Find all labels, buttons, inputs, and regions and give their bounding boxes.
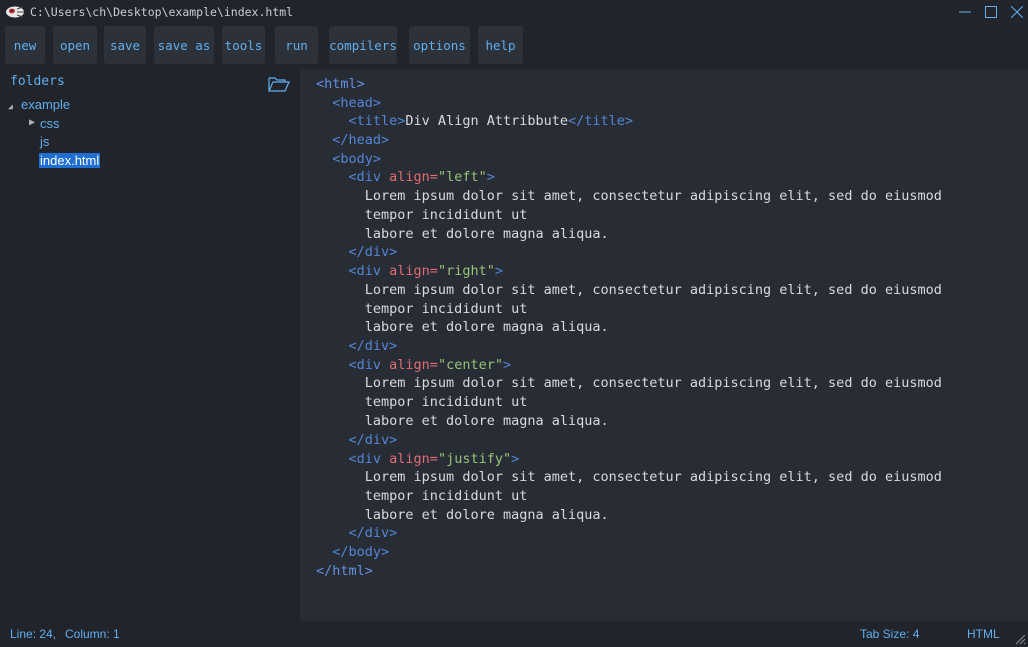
folders-sidebar: folders ◢ example ▶ css js index.html [0, 69, 300, 621]
menu-bar: new open save save as tools run compiler… [0, 24, 1028, 69]
code-line: Lorem ipsum dolor sit amet, consectetur … [364, 469, 942, 485]
code-line: </div> [348, 432, 398, 448]
menu-run-button[interactable]: run [275, 26, 318, 64]
code-line: <html> [316, 75, 365, 92]
code-editor[interactable]: <html> <head> <title>Div Align Attribbut… [300, 69, 1028, 621]
menu-open-button[interactable]: open [53, 26, 97, 64]
status-bar: Line: 24, Column: 1 Tab Size: 4 HTML [0, 621, 1028, 647]
status-language[interactable]: HTML [967, 627, 1000, 641]
code-line: </html> [316, 563, 373, 579]
sidebar-title: folders [10, 74, 65, 89]
code-line: <div align="justify"> [348, 450, 520, 467]
code-line: <div align="center"> [348, 357, 512, 373]
code-line: labore et dolore magna aliqua. [364, 319, 609, 335]
code-line: </body> [332, 544, 390, 560]
code-line: tempor incididunt ut [364, 300, 528, 317]
close-button[interactable] [1006, 2, 1028, 22]
close-icon [1011, 6, 1023, 18]
code-line: <head> [332, 94, 382, 111]
code-line: </div> [348, 338, 398, 354]
code-line: Lorem ipsum dolor sit amet, consectetur … [364, 282, 942, 298]
code-line: tempor incididunt ut [364, 394, 528, 410]
minimize-button[interactable] [954, 2, 976, 22]
resize-grip-icon[interactable] [1014, 633, 1026, 645]
menu-tools-button[interactable]: tools [222, 26, 265, 64]
collapse-arrow-icon[interactable]: ▶ [29, 117, 35, 128]
code-line: </div> [348, 244, 398, 260]
window-title: C:\Users\ch\Desktop\example\index.html [30, 5, 294, 19]
minimize-icon [959, 11, 971, 13]
code-line: tempor incididunt ut [364, 488, 528, 504]
expand-arrow-icon[interactable]: ◢ [8, 102, 13, 111]
app-logo-icon [6, 6, 24, 18]
tree-item-css[interactable]: css [40, 116, 60, 131]
open-folder-button[interactable] [268, 75, 292, 95]
menu-options-button[interactable]: options [409, 26, 470, 64]
code-line: </div> [348, 525, 398, 541]
menu-save-as-button[interactable]: save as [154, 26, 214, 64]
maximize-button[interactable] [980, 2, 1002, 22]
menu-compilers-button[interactable]: compilers [329, 26, 397, 64]
title-bar: C:\Users\ch\Desktop\example\index.html [0, 0, 1028, 24]
maximize-icon [985, 6, 997, 18]
code-line: Lorem ipsum dolor sit amet, consectetur … [364, 375, 942, 391]
editor-window: C:\Users\ch\Desktop\example\index.html n… [0, 0, 1028, 647]
tree-item-root[interactable]: example [21, 97, 70, 112]
title-text: Div Align Attribbute [405, 113, 568, 129]
folder-open-icon [268, 77, 290, 92]
tree-item-index-html[interactable]: index.html [39, 153, 101, 168]
code-line: labore et dolore magna aliqua. [364, 226, 609, 242]
code-line: <body> [332, 150, 382, 167]
code-line: labore et dolore magna aliqua. [364, 413, 609, 429]
menu-help-button[interactable]: help [478, 26, 523, 64]
code-line: <title>Div Align Attribbute</title> [348, 113, 634, 129]
menu-new-button[interactable]: new [5, 26, 45, 64]
status-line: Line: 24, [10, 627, 57, 641]
status-column: Column: 1 [65, 627, 120, 641]
code-line: <div align="right"> [348, 263, 504, 279]
code-line: labore et dolore magna aliqua. [364, 507, 609, 523]
code-line: tempor incididunt ut [364, 207, 528, 223]
status-tab-size[interactable]: Tab Size: 4 [860, 627, 919, 641]
code-line: <div align="left"> [348, 169, 495, 185]
code-line: </head> [332, 132, 390, 148]
menu-save-button[interactable]: save [104, 26, 146, 64]
code-line: Lorem ipsum dolor sit amet, consectetur … [364, 188, 942, 204]
tree-item-js[interactable]: js [40, 134, 49, 149]
